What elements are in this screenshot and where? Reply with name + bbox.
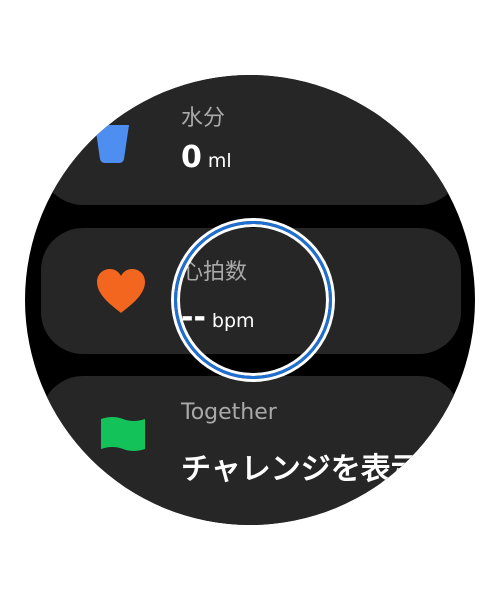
water-intake-unit: ml [207,150,232,172]
flag-icon [101,417,145,451]
together-tile[interactable]: Together チャレンジを表示 [41,376,461,525]
water-cup-icon [95,125,129,163]
touch-focus-ring [174,221,332,379]
water-intake-amount: 0 [181,140,202,175]
together-value: チャレンジを表示 [181,444,421,488]
water-intake-tile[interactable]: 水分 0 ml [41,75,461,205]
together-label: Together [181,400,277,425]
water-intake-label: 水分 [181,106,226,131]
heart-icon [97,269,145,313]
water-intake-value: 0 ml [181,140,232,175]
together-challenge-link: チャレンジを表示 [181,452,421,487]
